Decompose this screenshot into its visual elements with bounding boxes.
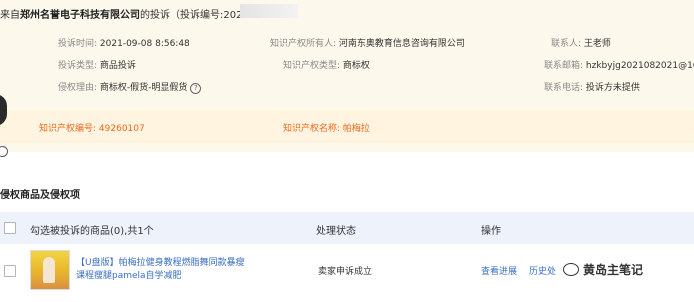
product-thumbnail-figure xyxy=(43,257,55,283)
col-action-header: 操作 xyxy=(481,226,501,237)
ip-owner-value: 河南东奥教育信息咨询有限公司 xyxy=(338,39,465,49)
ip-name-value: 帕梅拉 xyxy=(342,124,370,134)
complaint-time-label: 投诉时间: xyxy=(58,39,98,49)
section-title: 侵权商品及侵权项 xyxy=(0,190,80,201)
ip-number-label: 知识产权编号: xyxy=(39,124,97,134)
contact-label: 联系人: xyxy=(551,39,582,49)
reason-value: 商标权-假货-明显假货 xyxy=(99,83,188,93)
complaint-time-field: 投诉时间: 2021-09-08 8:56:48 xyxy=(58,38,190,50)
complaint-detail-panel: 来自郑州名誉电子科技有限公司的投诉（投诉编号:2021 投诉时间: 2021-0… xyxy=(0,0,694,152)
email-value: hzkbyjg2021082021@163. xyxy=(585,61,694,71)
ip-owner-field: 知识产权所有人: 河南东奥教育信息咨询有限公司 xyxy=(270,38,465,50)
ip-number-field: 知识产权编号: 49260107 xyxy=(39,121,145,134)
complaint-header: 来自郑州名誉电子科技有限公司的投诉（投诉编号:2021 xyxy=(0,6,249,21)
contact-value: 王老师 xyxy=(583,39,611,49)
email-label: 联系邮箱: xyxy=(544,61,584,71)
contact-field: 联系人: 王老师 xyxy=(551,38,611,50)
status-text: 卖家申诉成立 xyxy=(318,267,373,277)
complaint-number-label: 的投诉（投诉编号:2021 xyxy=(140,10,249,21)
header-prefix: 来自 xyxy=(0,10,20,21)
ip-type-label: 知识产权类型: xyxy=(283,61,341,71)
ip-name-label: 知识产权名称: xyxy=(283,124,341,134)
email-field: 联系邮箱: hzkbyjg2021082021@163. xyxy=(544,60,694,72)
view-progress-link[interactable]: 查看进展 xyxy=(481,264,517,277)
phone-field: 联系电话: 投诉方未提供 xyxy=(544,82,640,94)
ip-name-field: 知识产权名称: 帕梅拉 xyxy=(283,121,370,134)
phone-label: 联系电话: xyxy=(544,83,584,93)
ip-type-field: 知识产权类型: 商标权 xyxy=(283,60,370,72)
complaint-type-value: 商品投诉 xyxy=(99,61,136,71)
row-checkbox[interactable] xyxy=(4,265,16,277)
reason-field: 侵权理由: 商标权-假货-明显假货 ? xyxy=(58,82,202,94)
help-circle-icon[interactable]: ? xyxy=(190,83,202,94)
redacted-complaint-number xyxy=(240,4,298,18)
col-status-header: 处理状态 xyxy=(316,226,356,237)
resize-handle[interactable] xyxy=(0,146,8,157)
product-thumbnail[interactable] xyxy=(30,250,70,290)
ip-number-value: 49260107 xyxy=(98,124,145,134)
reason-label: 侵权理由: xyxy=(58,83,98,93)
select-all-checkbox[interactable] xyxy=(4,222,16,234)
col-select-header: 勾选被投诉的商品(0),共1个 xyxy=(30,226,154,237)
complaint-time-value: 2021-09-08 8:56:48 xyxy=(99,39,190,49)
watermark: 黄岛主笔记 xyxy=(560,260,647,279)
complainant-company: 郑州名誉电子科技有限公司 xyxy=(20,10,140,21)
wechat-icon xyxy=(563,263,579,276)
product-name-link[interactable]: 【U盘版】帕梅拉健身教程燃脂舞同款暴瘦课程瘦腿pamela自学减肥 xyxy=(76,257,246,283)
history-link[interactable]: 历史处 xyxy=(529,264,556,277)
complaint-type-label: 投诉类型: xyxy=(58,61,98,71)
ip-owner-label: 知识产权所有人: xyxy=(270,39,337,49)
phone-value: 投诉方未提供 xyxy=(585,83,640,93)
watermark-text: 黄岛主笔记 xyxy=(583,263,644,277)
ip-type-value: 商标权 xyxy=(342,61,370,71)
complaint-type-field: 投诉类型: 商品投诉 xyxy=(58,60,136,72)
